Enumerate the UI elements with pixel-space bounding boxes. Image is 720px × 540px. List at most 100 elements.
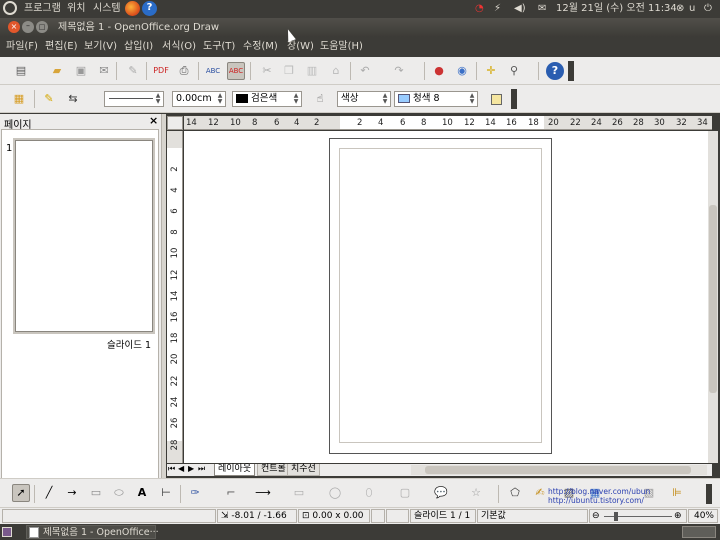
menu-edit[interactable]: 편집(E)	[45, 40, 78, 53]
tab-controls[interactable]: 컨트롤	[257, 464, 290, 476]
line-tool-icon[interactable]: ╱	[40, 484, 58, 502]
bluetooth-icon[interactable]: ⚡	[494, 2, 501, 16]
print-icon[interactable]: ⎙	[175, 62, 193, 80]
system-menu[interactable]: 시스템	[93, 2, 121, 16]
save-icon[interactable]: ▣	[72, 62, 90, 80]
area-color-select[interactable]: 청색 8 ▲ ▼	[394, 91, 478, 107]
zoom-in-icon[interactable]: ⊕	[674, 510, 682, 522]
menu-help[interactable]: 도움말(H)	[320, 40, 363, 53]
minimize-window-button[interactable]: –	[22, 21, 34, 33]
ellipse-icon[interactable]: ⬭	[110, 484, 128, 502]
slide-thumbnail[interactable]	[15, 140, 153, 332]
mail-icon[interactable]: ✉	[538, 2, 546, 16]
navigator-icon[interactable]: ◉	[453, 62, 471, 80]
help-button-icon[interactable]: ?	[546, 62, 564, 80]
menu-file[interactable]: 파일(F)	[6, 40, 38, 53]
zoom-slider[interactable]: ⊖ ⊕	[589, 509, 687, 523]
email-icon[interactable]: ✉	[95, 62, 113, 80]
pages-panel-close-button[interactable]: ×	[149, 114, 158, 127]
rectangle-icon[interactable]: ▭	[87, 484, 105, 502]
zoom-out-icon[interactable]: ⊖	[592, 510, 600, 522]
horizontal-scrollbar[interactable]	[411, 465, 707, 475]
status-zoom[interactable]: 40%	[688, 509, 718, 523]
line-width-input[interactable]: 0.00cm ▲ ▼	[172, 91, 226, 107]
toolbar-handle-3[interactable]	[706, 484, 712, 504]
text-icon[interactable]: A	[133, 484, 151, 502]
clock[interactable]: 12월 21일 (수) 오전 11:34	[556, 2, 677, 16]
3d-objects-icon[interactable]: ▢	[396, 484, 414, 502]
places-menu[interactable]: 위치	[67, 2, 85, 16]
horizontal-scroll-thumb[interactable]	[425, 466, 691, 474]
open-file-icon[interactable]: ▰	[48, 62, 66, 80]
zoom-icon[interactable]: ⚲	[505, 62, 523, 80]
fontwork-icon[interactable]: ✍	[531, 484, 549, 502]
horizontal-ruler[interactable]: 14 12 10 8 6 4 2 2 4 6 8 10 12 14 16 18 20 22 24 26 28 30 32 34	[184, 116, 712, 130]
maximize-window-button[interactable]: □	[36, 21, 48, 33]
vertical-scrollbar[interactable]	[708, 131, 718, 463]
arrow-line-icon[interactable]: →	[63, 484, 81, 502]
page-border[interactable]	[329, 138, 552, 454]
shadow-icon[interactable]	[487, 90, 505, 108]
points-icon[interactable]: ⬠	[506, 484, 524, 502]
tab-layout[interactable]: 레이아웃	[214, 464, 256, 476]
circles-icon[interactable]: ◯	[326, 484, 344, 502]
menu-view[interactable]: 보기(V)	[84, 40, 117, 53]
ubuntu-logo-icon[interactable]	[3, 1, 17, 15]
cut-icon[interactable]: ✂	[258, 62, 276, 80]
clone-format-icon[interactable]: ⌂	[327, 62, 345, 80]
menu-format[interactable]: 서식(O)	[162, 40, 196, 53]
stars-icon[interactable]: ☆	[467, 484, 485, 502]
callouts-icon[interactable]: 💬	[432, 484, 450, 502]
menu-tools[interactable]: 도구(T)	[203, 40, 235, 53]
firefox-icon[interactable]	[125, 1, 140, 16]
volume-icon[interactable]: ◀)	[514, 2, 526, 16]
curve-icon[interactable]: ✑	[186, 484, 204, 502]
user-name[interactable]: u	[689, 2, 695, 16]
help-icon[interactable]: ?	[142, 1, 157, 16]
power-icon[interactable]: ⏻	[704, 2, 712, 16]
basic-shapes-icon[interactable]: ⬯	[360, 484, 378, 502]
export-pdf-icon[interactable]: PDF	[152, 62, 170, 80]
arrow-style-icon[interactable]: ⇆	[64, 90, 82, 108]
copy-icon[interactable]: ❐	[280, 62, 298, 80]
line-icon[interactable]: ✎	[40, 90, 58, 108]
applications-menu[interactable]: 프로그램	[24, 2, 61, 16]
drawing-canvas[interactable]	[184, 131, 708, 463]
edit-file-icon[interactable]: ✎	[124, 62, 142, 80]
tab-dimension-lines[interactable]: 치수선	[287, 464, 320, 476]
select-icon[interactable]: ➚	[12, 484, 30, 502]
toolbar-handle-2[interactable]	[511, 89, 517, 109]
line-style-select[interactable]: ▲ ▼	[104, 91, 164, 107]
first-tab-icon[interactable]: ⏮	[168, 464, 175, 474]
taskbar-item[interactable]: 제목없음 1 - OpenOffice···	[26, 525, 159, 539]
panel-splitter[interactable]	[162, 114, 166, 508]
align-icon[interactable]: ⊫	[668, 484, 686, 502]
spellcheck-icon[interactable]: ABC	[204, 62, 222, 80]
styles-icon[interactable]: ▦	[10, 90, 28, 108]
ruler-corner[interactable]	[167, 116, 183, 130]
vertical-text-icon[interactable]: ⊢	[157, 484, 175, 502]
workspace-switcher[interactable]	[682, 526, 716, 538]
line-color-select[interactable]: 검은색 ▲ ▼	[232, 91, 302, 107]
close-window-button[interactable]: ×	[8, 21, 20, 33]
autospellcheck-icon[interactable]: ABC	[227, 62, 245, 80]
window-titlebar[interactable]: × – □ 제목없음 1 - OpenOffice.org Draw	[0, 18, 720, 37]
gluepoints-icon[interactable]: ✛	[482, 62, 500, 80]
vertical-ruler[interactable]: 2 4 6 8 10 12 14 16 18 20 22 24 26 28	[167, 131, 183, 463]
redo-icon[interactable]: ↷	[390, 62, 408, 80]
menu-insert[interactable]: 삽입(I)	[124, 40, 153, 53]
new-document-icon[interactable]: ▤	[12, 62, 30, 80]
network-icon[interactable]: ◔	[475, 2, 484, 16]
lines-arrows-icon[interactable]: ⟶	[254, 484, 272, 502]
show-desktop-icon[interactable]	[2, 527, 12, 537]
last-tab-icon[interactable]: ⏭	[198, 464, 205, 474]
session-icon[interactable]: ⊗	[676, 2, 684, 16]
chart-icon[interactable]: ●	[430, 62, 448, 80]
undo-icon[interactable]: ↶	[356, 62, 374, 80]
next-tab-icon[interactable]: ▶	[188, 464, 194, 473]
menu-window[interactable]: 창(W)	[287, 40, 314, 53]
vertical-scroll-thumb[interactable]	[709, 205, 717, 393]
connector-icon[interactable]: ⌐	[222, 484, 240, 502]
area-icon[interactable]: ☝	[311, 90, 329, 108]
rectangles-icon[interactable]: ▭	[290, 484, 308, 502]
